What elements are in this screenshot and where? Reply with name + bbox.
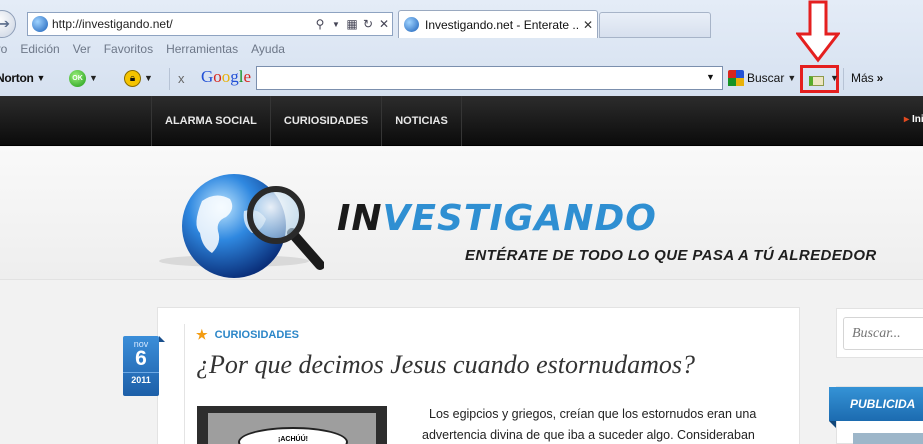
address-row: ➔ http://investigando.net/ ⚲ ▼ ▦ ↻ ✕ Inv… xyxy=(0,8,923,38)
site-tagline: ENTÉRATE DE TODO LO QUE PASA A TÚ ALREDE… xyxy=(465,247,877,264)
google-letter: o xyxy=(221,67,231,86)
sidebar-search-input[interactable] xyxy=(843,317,923,350)
post-excerpt: Los egipcios y griegos, creían que los e… xyxy=(422,407,757,442)
date-year: 2011 xyxy=(123,372,159,385)
arrow-right-icon: ➔ xyxy=(0,16,10,31)
more-button[interactable]: Más » xyxy=(851,69,884,87)
site-logo-text[interactable]: INVESTIGANDO xyxy=(337,198,657,239)
tab-active[interactable]: Investigando.net - Enterate ... ✕ xyxy=(398,10,598,38)
menu-item-ver[interactable]: Ver xyxy=(73,42,91,60)
logo-in: IN xyxy=(337,198,383,239)
google-letter: G xyxy=(201,67,214,86)
menu-item-archivo[interactable]: ivo xyxy=(0,42,7,60)
toolbar-divider xyxy=(843,68,844,90)
tab-title: Investigando.net - Enterate ... xyxy=(425,17,579,32)
chevron-down-icon: ▼ xyxy=(830,73,839,83)
sidebar-search-widget xyxy=(836,308,923,358)
google-logo: Google xyxy=(201,67,252,86)
chevron-down-icon: ▼ xyxy=(787,73,797,83)
url-text[interactable]: http://investigando.net/ xyxy=(52,17,312,31)
menu-item-herramientas[interactable]: Herramientas xyxy=(166,42,238,60)
dropdown-icon[interactable]: ▼ xyxy=(328,20,344,29)
google-icon xyxy=(728,70,744,86)
globe-magnifier-logo-icon[interactable] xyxy=(34,171,324,291)
post-category[interactable]: ★ CURIOSIDADES xyxy=(196,327,299,343)
menu-item-ayuda[interactable]: Ayuda xyxy=(251,42,285,60)
norton-ok-button[interactable]: OK ▼ xyxy=(69,69,98,87)
category-label[interactable]: CURIOSIDADES xyxy=(215,329,299,341)
chevron-down-icon: ▼ xyxy=(36,73,46,83)
search-icon[interactable]: ⚲ xyxy=(312,17,328,31)
ad-thumbnail[interactable] xyxy=(853,433,923,444)
thumbnail-panel: ¡ACHÚÚ! xyxy=(208,413,376,444)
menu-bar: ivo Edición Ver Favoritos Herramientas A… xyxy=(0,42,923,60)
post-thumbnail[interactable]: ¡ACHÚÚ! xyxy=(197,406,387,444)
chevron-down-icon: ▼ xyxy=(89,73,98,83)
norton-label: Norton xyxy=(0,71,34,85)
norton-button[interactable]: Norton ▼ xyxy=(0,69,45,87)
highlighted-bookmark-button[interactable]: ▼ xyxy=(800,65,839,93)
nav-item-alarma-social[interactable]: ALARMA SOCIAL xyxy=(151,96,270,146)
post-title[interactable]: ¿Por que decimos Jesus cuando estornudam… xyxy=(196,350,695,380)
chevron-down-icon[interactable]: ▼ xyxy=(706,72,715,82)
menu-item-edicion[interactable]: Edición xyxy=(20,42,59,60)
date-badge: nov 6 2011 xyxy=(123,336,165,396)
google-letter: g xyxy=(230,67,239,86)
close-icon[interactable]: ✕ xyxy=(579,18,597,32)
arrow-right-icon: ▸ xyxy=(904,114,910,125)
widget-title: PUBLICIDA xyxy=(829,387,923,428)
lock-icon: 🔒︎ xyxy=(124,69,141,87)
site-nav: ALARMA SOCIAL CURIOSIDADES NOTICIAS ▸ Ini xyxy=(0,96,923,146)
close-toolbar-button[interactable]: x xyxy=(178,69,185,87)
site-header: INVESTIGANDO ENTÉRATE DE TODO LO QUE PAS… xyxy=(0,147,923,280)
star-icon: ★ xyxy=(196,327,208,342)
ie-page-icon xyxy=(404,17,419,32)
address-bar[interactable]: http://investigando.net/ ⚲ ▼ ▦ ↻ ✕ xyxy=(27,12,393,36)
speech-bubble: ¡ACHÚÚ! xyxy=(238,427,348,444)
new-tab[interactable] xyxy=(599,12,711,38)
forward-button[interactable]: ➔ xyxy=(0,10,16,38)
divider xyxy=(184,324,185,444)
chevron-down-icon: ▼ xyxy=(144,73,153,83)
toolbar-divider xyxy=(169,68,170,90)
identity-safe-button[interactable]: 🔒︎ ▼ xyxy=(124,69,153,87)
more-label: Más xyxy=(851,71,874,85)
compatibility-icon[interactable]: ▦ xyxy=(344,17,360,31)
google-search-input[interactable] xyxy=(256,66,723,90)
bookmark-icon xyxy=(809,76,824,86)
double-chevron-icon: » xyxy=(876,71,884,85)
nav-item-inicio[interactable]: ▸ Ini xyxy=(904,114,923,125)
nav-right-label: Ini xyxy=(912,114,923,125)
toolbar: Norton ▼ OK ▼ 🔒︎ ▼ x Google ▼ Buscar ▼ M… xyxy=(0,62,923,94)
browser-chrome: ➔ http://investigando.net/ ⚲ ▼ ▦ ↻ ✕ Inv… xyxy=(0,0,923,96)
buscar-label: Buscar xyxy=(747,71,785,85)
menu-item-favoritos[interactable]: Favoritos xyxy=(104,42,153,60)
buscar-button[interactable]: Buscar ▼ xyxy=(728,69,796,87)
ok-icon: OK xyxy=(69,69,86,87)
logo-rest: VESTIGANDO xyxy=(382,198,657,239)
stop-icon[interactable]: ✕ xyxy=(376,17,392,31)
google-letter: e xyxy=(243,67,252,86)
refresh-icon[interactable]: ↻ xyxy=(360,17,376,31)
nav-item-curiosidades[interactable]: CURIOSIDADES xyxy=(269,96,381,146)
nav-item-noticias[interactable]: NOTICIAS xyxy=(381,96,462,146)
date-day: 6 xyxy=(135,347,147,370)
google-letter: o xyxy=(213,67,222,86)
ie-page-icon xyxy=(32,16,48,32)
red-arrow-annotation-icon xyxy=(796,0,840,63)
